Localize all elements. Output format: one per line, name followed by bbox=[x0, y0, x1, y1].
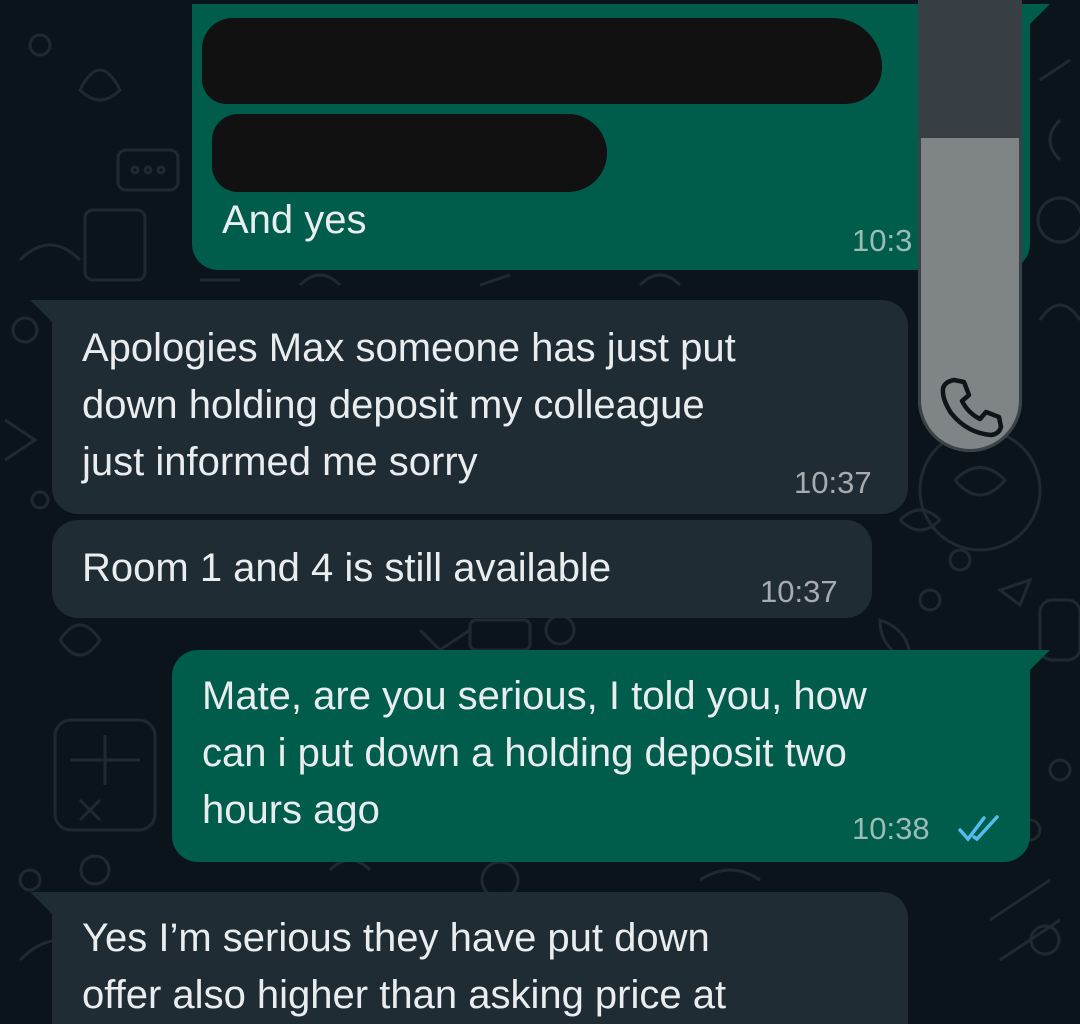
message-time: 10:3 bbox=[852, 223, 913, 258]
phone-icon[interactable] bbox=[936, 370, 1004, 438]
bubble-tail bbox=[1028, 4, 1050, 26]
scroll-thumb-upper bbox=[918, 0, 1022, 138]
bubble-tail bbox=[1028, 650, 1050, 672]
message-bubble-incoming[interactable]: Room 1 and 4 is still available 10:37 bbox=[52, 520, 872, 618]
message-text: Yes I’m serious they have put down offer… bbox=[82, 916, 727, 1017]
message-bubble-incoming[interactable]: Apologies Max someone has just put down … bbox=[52, 300, 908, 514]
message-text: Mate, are you serious, I told you, how c… bbox=[202, 674, 867, 832]
redaction-mark bbox=[202, 18, 882, 104]
message-text: Room 1 and 4 is still available bbox=[82, 546, 612, 590]
message-bubble-outgoing[interactable]: Mate, are you serious, I told you, how c… bbox=[172, 650, 1030, 862]
double-check-icon bbox=[958, 815, 999, 842]
bubble-tail bbox=[30, 892, 52, 914]
message-time: 10:38 bbox=[852, 811, 930, 846]
redaction-mark bbox=[212, 114, 607, 192]
message-bubble-incoming[interactable]: Yes I’m serious they have put down offer… bbox=[52, 892, 908, 1024]
message-text: And yes bbox=[222, 198, 367, 242]
message-time: 10:37 bbox=[794, 465, 872, 500]
message-bubble-outgoing[interactable]: And yes 10:3 bbox=[192, 4, 1030, 270]
bubble-tail bbox=[30, 300, 52, 322]
message-time: 10:37 bbox=[760, 574, 838, 609]
chat-area[interactable]: And yes 10:3 Apologies Max someone has j… bbox=[0, 0, 1080, 1024]
message-text: Apologies Max someone has just put down … bbox=[82, 326, 736, 484]
